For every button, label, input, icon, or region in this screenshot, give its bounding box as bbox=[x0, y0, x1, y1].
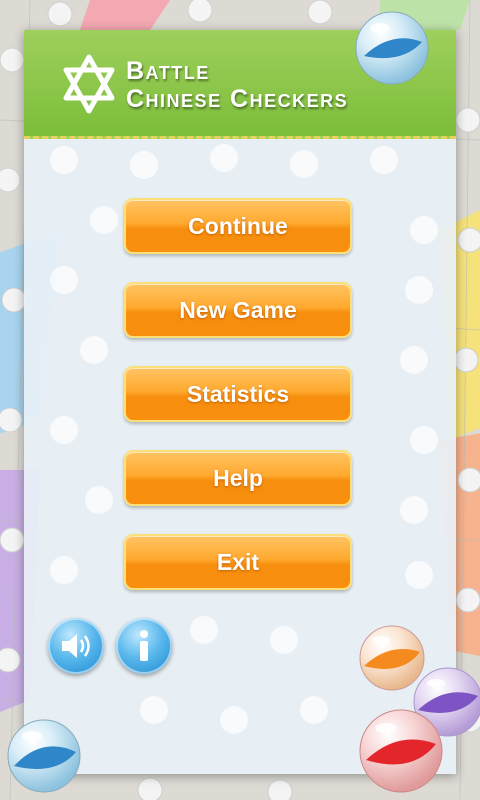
new-game-button[interactable]: New Game bbox=[124, 282, 352, 338]
exit-button[interactable]: Exit bbox=[124, 534, 352, 590]
red-marble bbox=[359, 709, 443, 793]
sound-toggle-button[interactable] bbox=[48, 618, 104, 674]
game-title: Battle Chinese Checkers bbox=[126, 57, 348, 113]
title-line-1: Battle bbox=[126, 57, 210, 85]
help-button[interactable]: Help bbox=[124, 450, 352, 506]
statistics-button[interactable]: Statistics bbox=[124, 366, 352, 422]
info-button[interactable] bbox=[116, 618, 172, 674]
star-of-david-icon bbox=[63, 54, 115, 114]
blue-marble bbox=[355, 11, 429, 85]
blue-marble-bottom bbox=[7, 719, 81, 793]
title-line-2: Chinese Checkers bbox=[126, 85, 349, 113]
speaker-icon bbox=[62, 634, 90, 658]
info-icon bbox=[140, 630, 148, 661]
continue-button[interactable]: Continue bbox=[124, 198, 352, 254]
